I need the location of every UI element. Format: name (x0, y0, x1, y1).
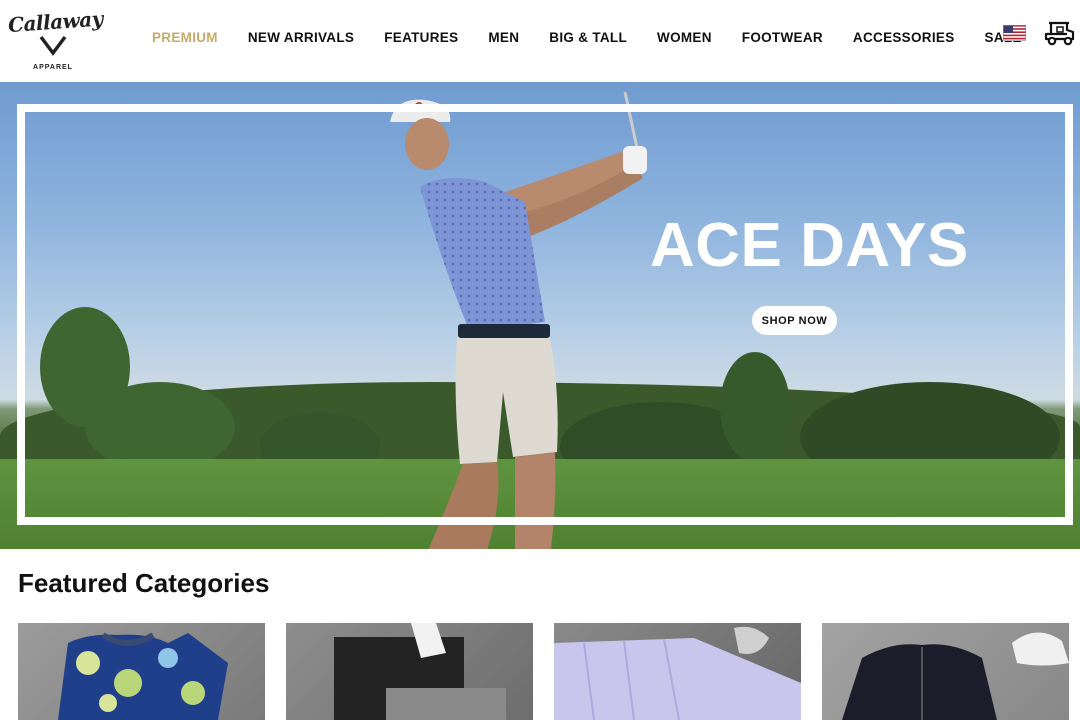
chevron-logo-icon (39, 35, 67, 56)
hero-banner[interactable]: ACE DAYS SHOP NOW (0, 82, 1080, 549)
vest-image (842, 632, 1069, 720)
pants-image (334, 623, 506, 720)
hero-frame (17, 104, 1073, 525)
shop-now-button[interactable]: SHOP NOW (752, 306, 837, 335)
main-nav: PREMIUM NEW ARRIVALS FEATURES MEN BIG & … (137, 0, 1037, 74)
nav-item-premium[interactable]: PREMIUM (152, 30, 218, 45)
pants-card[interactable] (286, 623, 533, 720)
hero-title: ACE DAYS (650, 211, 969, 280)
callaway-logo[interactable]: Callaway APPAREL (7, 4, 104, 76)
nav-item-footwear[interactable]: FOOTWEAR (742, 30, 823, 45)
featured-categories-title: Featured Categories (18, 568, 270, 598)
skirts-card[interactable] (554, 623, 801, 720)
polo-shirts-card[interactable] (18, 623, 265, 720)
nav-item-features[interactable]: FEATURES (384, 30, 458, 45)
golf-cart-icon[interactable] (1043, 18, 1077, 48)
nav-item-women[interactable]: WOMEN (657, 30, 712, 45)
nav-item-new-arrivals[interactable]: NEW ARRIVALS (248, 30, 354, 45)
logo-wordmark: Callaway (7, 6, 104, 38)
nav-item-men[interactable]: MEN (488, 30, 519, 45)
skirt-image (554, 626, 801, 720)
logo-subtitle: APPAREL (33, 64, 73, 71)
us-flag-icon[interactable] (1003, 25, 1026, 41)
nav-item-big-tall[interactable]: BIG & TALL (549, 30, 627, 45)
nav-item-accessories[interactable]: ACCESSORIES (853, 30, 955, 45)
outerwear-card[interactable] (822, 623, 1069, 720)
site-header: Callaway APPAREL PREMIUM NEW ARRIVALS FE… (0, 0, 1080, 82)
floral-polo-image (58, 632, 228, 720)
